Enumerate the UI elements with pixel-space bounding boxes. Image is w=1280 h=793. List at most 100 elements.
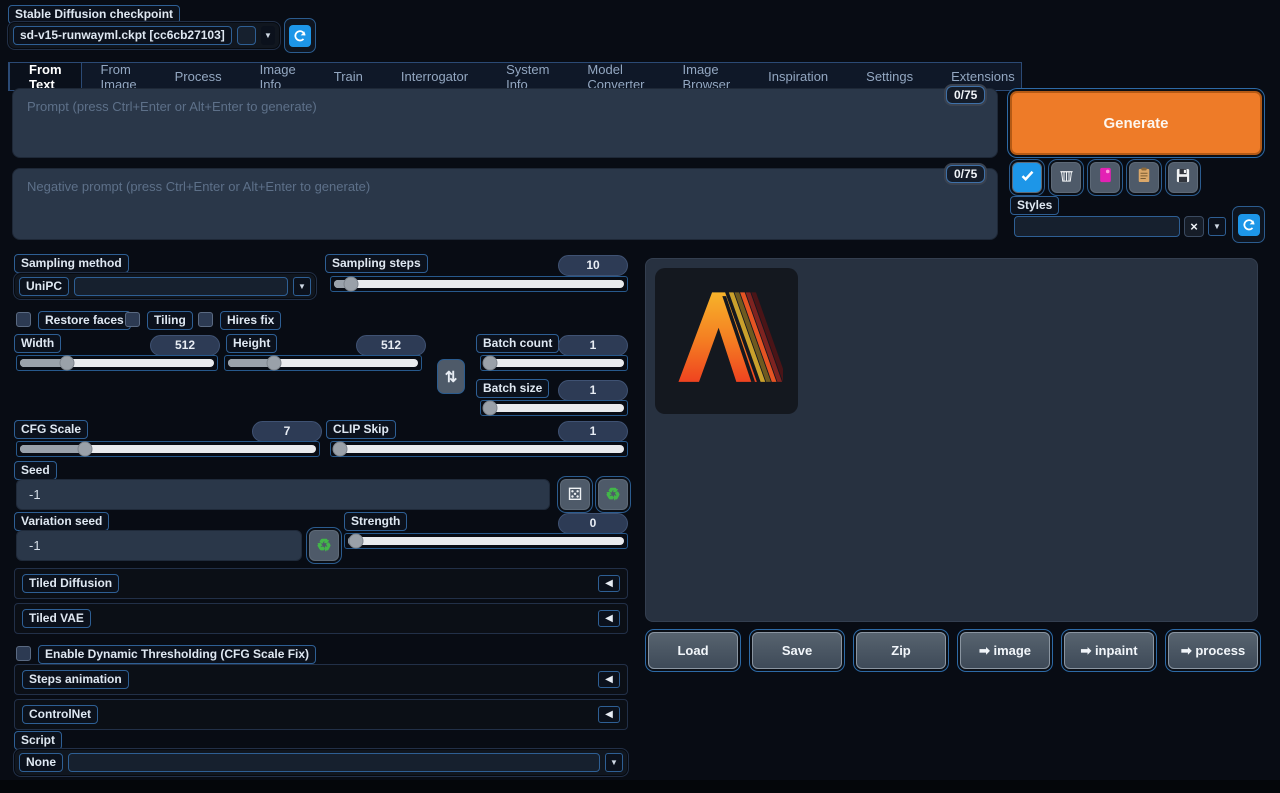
styles-input[interactable] (1014, 216, 1180, 237)
apply-styles-button[interactable] (1129, 162, 1159, 193)
send-to-image-button[interactable]: ➡ image (960, 632, 1050, 669)
cfg-scale-slider[interactable] (16, 441, 320, 457)
load-button[interactable]: Load (648, 632, 738, 669)
script-value[interactable]: None (19, 753, 63, 772)
reuse-variation-seed-button[interactable]: ♻ (309, 530, 339, 561)
clip-skip-value[interactable]: 1 (558, 421, 628, 442)
seed-input[interactable] (16, 479, 550, 510)
checkpoint-refresh-button[interactable] (284, 18, 316, 53)
styles-refresh-button[interactable] (1232, 206, 1265, 243)
extra-networks-button[interactable] (1090, 162, 1120, 193)
accordion-tiled-vae[interactable]: Tiled VAE ◀ (14, 603, 628, 634)
tab-model-converter[interactable]: Model Converter (568, 63, 663, 90)
footer-strip (0, 780, 1280, 793)
variation-seed-field[interactable] (16, 530, 302, 561)
chevron-down-icon[interactable]: ▼ (605, 753, 623, 772)
chevron-down-icon[interactable]: ▼ (261, 26, 275, 45)
reuse-seed-button[interactable]: ♻ (598, 479, 628, 510)
batch-count-value[interactable]: 1 (558, 335, 628, 356)
clear-prompt-button[interactable] (1051, 162, 1081, 193)
send-to-process-button[interactable]: ➡ process (1168, 632, 1258, 669)
styles-dropdown[interactable]: × ▼ (1014, 214, 1226, 239)
paste-params-button[interactable] (1012, 162, 1042, 193)
batch-size-slider[interactable] (480, 400, 628, 416)
tab-inspiration[interactable]: Inspiration (749, 63, 847, 90)
hires-fix-label[interactable]: Hires fix (220, 311, 281, 330)
height-slider[interactable] (224, 355, 422, 371)
zip-button[interactable]: Zip (856, 632, 946, 669)
clip-skip-slider[interactable] (330, 441, 628, 457)
strength-value[interactable]: 0 (558, 513, 628, 534)
tab-train[interactable]: Train (315, 63, 382, 90)
batch-count-slider[interactable] (480, 355, 628, 371)
sampling-method-input[interactable] (74, 277, 288, 296)
app-logo (671, 283, 783, 400)
dynamic-thresholding-checkbox[interactable] (16, 646, 31, 661)
sampling-steps-label: Sampling steps (325, 254, 428, 273)
prompt-tools (1012, 162, 1198, 193)
script-label: Script (14, 731, 62, 750)
collapse-icon[interactable]: ◀ (598, 706, 620, 723)
variation-seed-label: Variation seed (14, 512, 109, 531)
script-input[interactable] (68, 753, 600, 772)
seed-field[interactable] (16, 479, 550, 510)
accordion-controlnet[interactable]: ControlNet ◀ (14, 699, 628, 730)
cfg-scale-value[interactable]: 7 (252, 421, 322, 442)
tab-interrogator[interactable]: Interrogator (382, 63, 487, 90)
accordion-tiled-diffusion[interactable]: Tiled Diffusion ◀ (14, 568, 628, 599)
checkpoint-dropdown[interactable]: sd-v15-runwayml.ckpt [cc6cb27103] ▼ (8, 22, 280, 49)
restore-faces-checkbox[interactable] (16, 312, 31, 327)
swap-dimensions-button[interactable]: ⇅ (437, 359, 465, 394)
prompt-textarea[interactable] (12, 88, 998, 158)
clear-styles-icon[interactable]: × (1184, 216, 1204, 237)
send-to-inpaint-button[interactable]: ➡ inpaint (1064, 632, 1154, 669)
chevron-down-icon[interactable]: ▼ (1208, 217, 1226, 236)
floppy-icon (1176, 168, 1190, 188)
sampling-steps-value[interactable]: 10 (558, 255, 628, 276)
width-slider[interactable] (16, 355, 218, 371)
tab-extensions[interactable]: Extensions (932, 63, 1034, 90)
height-value[interactable]: 512 (356, 335, 426, 356)
clipboard-icon (1137, 167, 1151, 188)
cfg-scale-label: CFG Scale (14, 420, 88, 439)
tab-system-info[interactable]: System Info (487, 63, 568, 90)
strength-slider[interactable] (344, 533, 628, 549)
sampling-method-dropdown[interactable]: UniPC ▼ (14, 273, 316, 299)
tab-settings[interactable]: Settings (847, 63, 932, 90)
restore-faces-label[interactable]: Restore faces (38, 311, 131, 330)
collapse-icon[interactable]: ◀ (598, 671, 620, 688)
batch-size-value[interactable]: 1 (558, 380, 628, 401)
variation-seed-input[interactable] (16, 530, 302, 561)
negative-prompt-token-counter: 0/75 (946, 165, 985, 183)
refresh-icon (1238, 214, 1260, 236)
width-value[interactable]: 512 (150, 335, 220, 356)
random-seed-button[interactable]: ⚄ (560, 479, 590, 510)
save-button[interactable]: Save (752, 632, 842, 669)
dynamic-thresholding-label[interactable]: Enable Dynamic Thresholding (CFG Scale F… (38, 645, 316, 664)
tiling-checkbox[interactable] (125, 312, 140, 327)
tab-image-browser[interactable]: Image Browser (664, 63, 750, 90)
tab-image-info[interactable]: Image Info (241, 63, 315, 90)
tiling-label[interactable]: Tiling (147, 311, 193, 330)
gallery-thumbnail[interactable] (655, 268, 798, 414)
tiled-vae-label: Tiled VAE (22, 609, 91, 628)
accordion-steps-animation[interactable]: Steps animation ◀ (14, 664, 628, 695)
sampling-steps-slider[interactable] (330, 276, 628, 292)
checkpoint-search-input[interactable] (237, 26, 256, 45)
tiled-diffusion-label: Tiled Diffusion (22, 574, 119, 593)
tab-process[interactable]: Process (156, 63, 241, 90)
script-dropdown[interactable]: None ▼ (14, 749, 628, 776)
collapse-icon[interactable]: ◀ (598, 610, 620, 627)
negative-prompt-textarea[interactable] (12, 168, 998, 240)
collapse-icon[interactable]: ◀ (598, 575, 620, 592)
strength-label: Strength (344, 512, 407, 531)
sampling-method-value[interactable]: UniPC (19, 277, 69, 296)
swap-icon: ⇅ (445, 368, 458, 386)
generate-button[interactable]: Generate (1010, 91, 1262, 155)
save-style-button[interactable] (1168, 162, 1198, 193)
checkpoint-value[interactable]: sd-v15-runwayml.ckpt [cc6cb27103] (13, 26, 232, 45)
chevron-down-icon[interactable]: ▼ (293, 277, 311, 296)
hires-fix-checkbox[interactable] (198, 312, 213, 327)
tab-from-image[interactable]: From Image (82, 63, 156, 90)
tab-from-text[interactable]: From Text (9, 62, 82, 91)
